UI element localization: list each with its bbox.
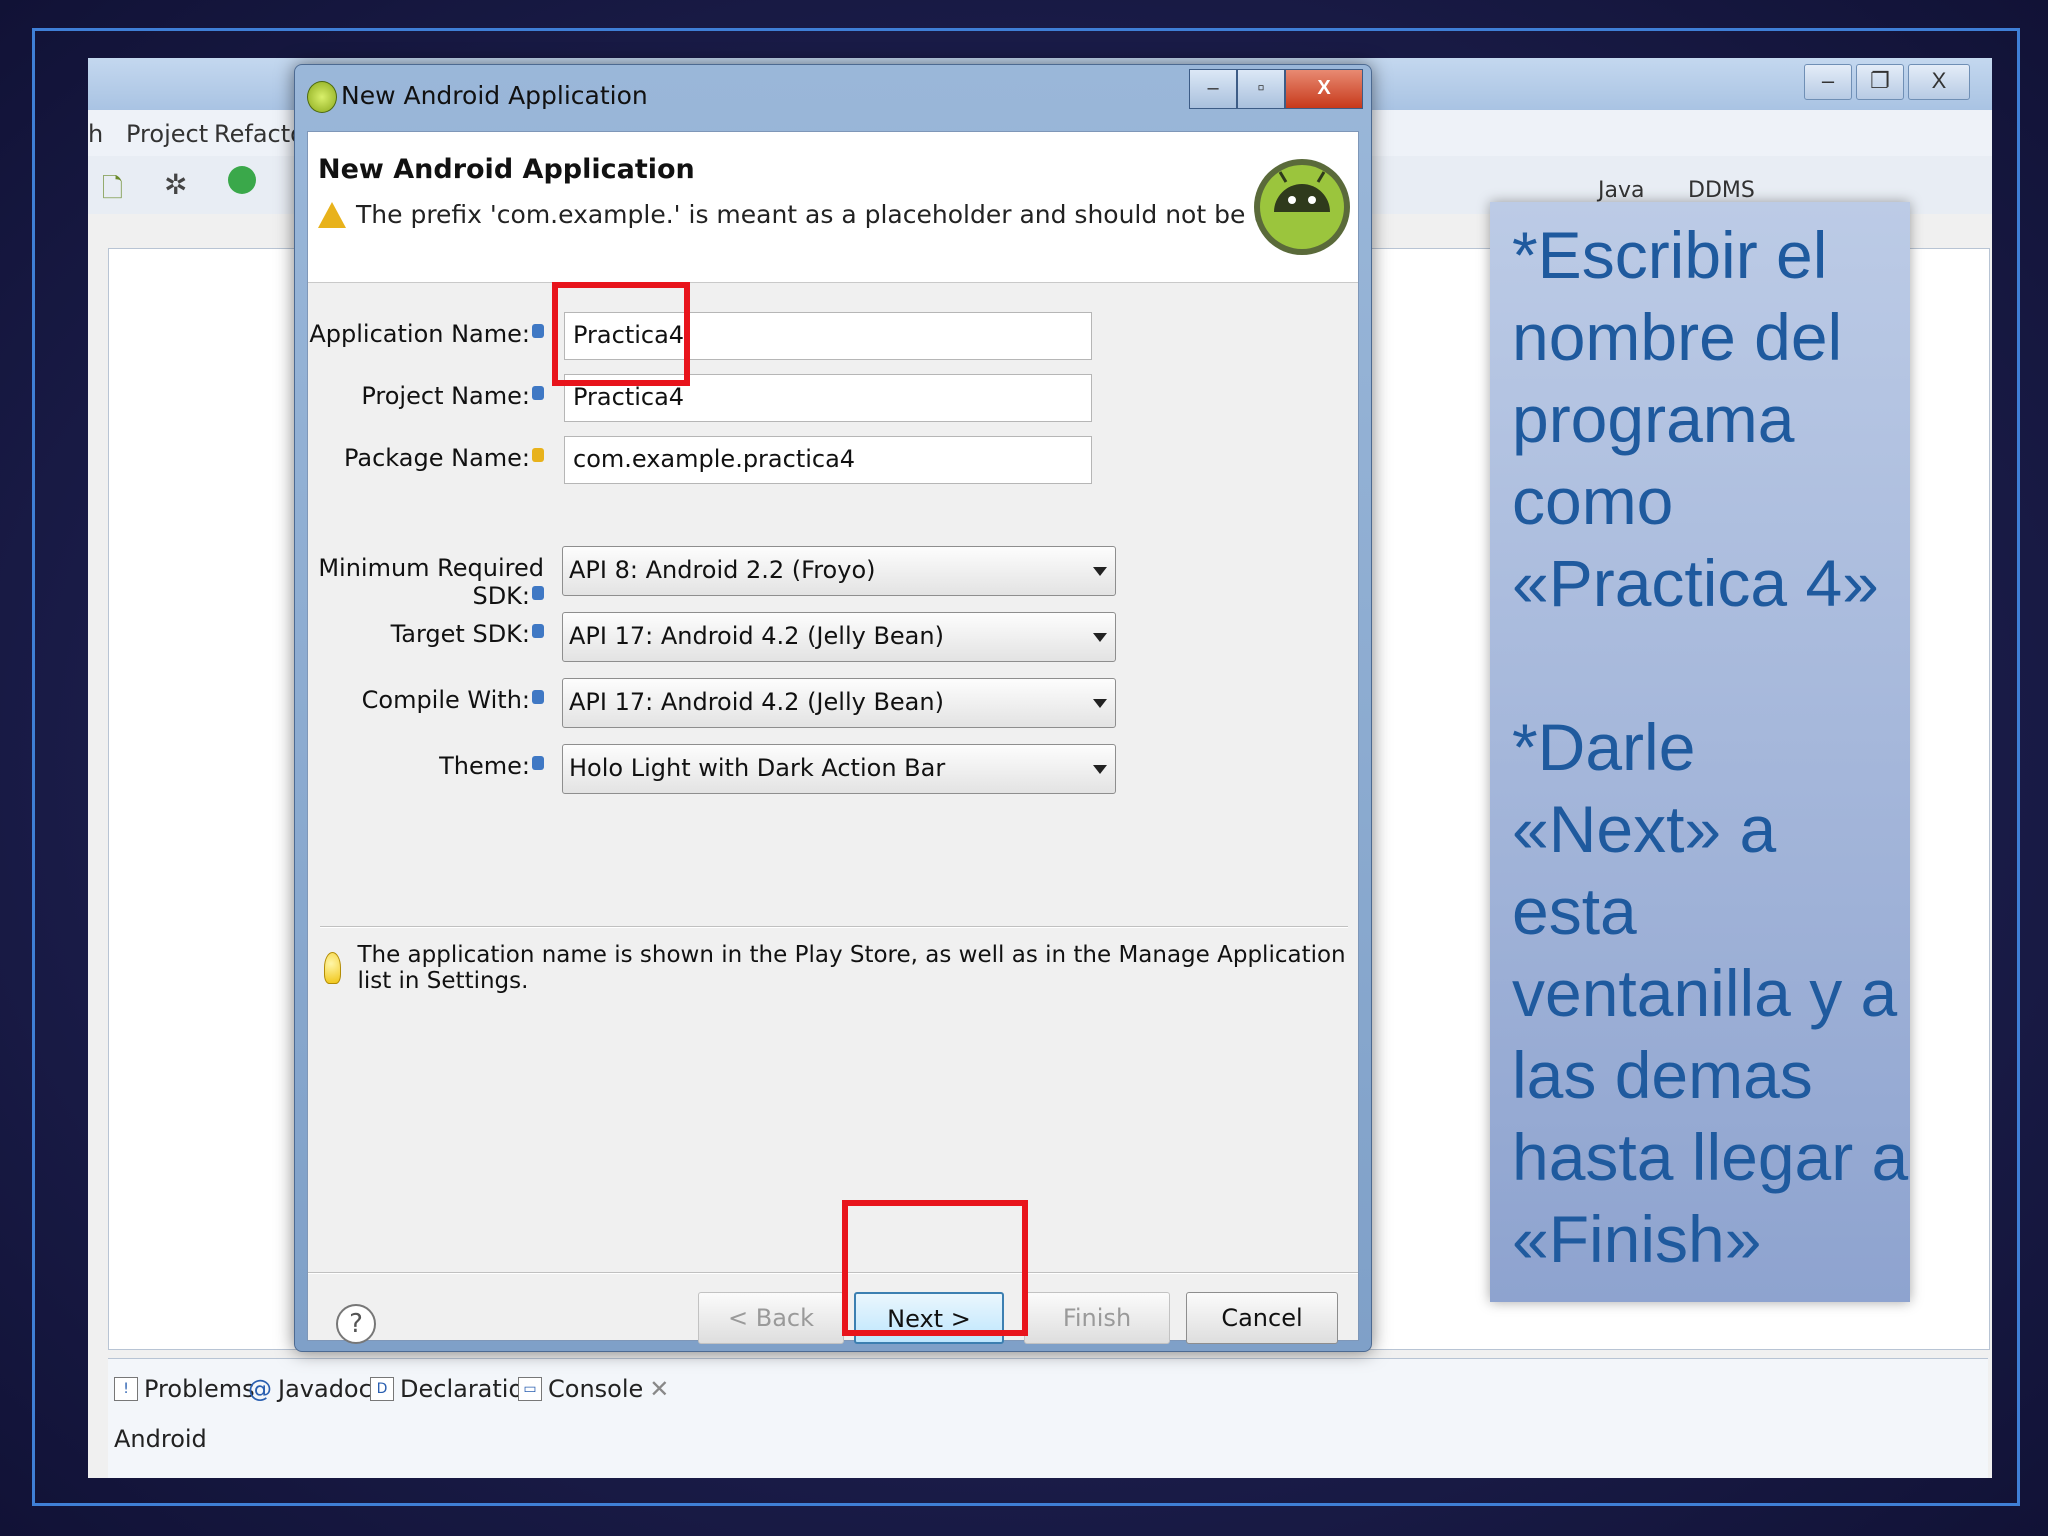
- min-sdk-label: Minimum Required SDK:: [318, 554, 544, 610]
- tab-problems[interactable]: ! Problems: [114, 1369, 255, 1409]
- warning-text: The prefix 'com.example.' is meant as a …: [356, 200, 1314, 229]
- dialog-window-controls: ‒ ▫ X: [1189, 69, 1363, 109]
- info-icon: [532, 586, 544, 600]
- dialog-maximize-button[interactable]: ▫: [1237, 69, 1285, 109]
- tab-declaration[interactable]: D Declaration: [370, 1369, 538, 1409]
- back-button[interactable]: < Back: [698, 1292, 844, 1344]
- dialog-title: New Android Application: [341, 81, 648, 110]
- tab-console-label: Console: [548, 1375, 644, 1403]
- wizard-header: New Android Application The prefix 'com.…: [308, 132, 1358, 283]
- hint-message: The application name is shown in the Pla…: [324, 942, 1358, 994]
- finish-button[interactable]: Finish: [1024, 1292, 1170, 1344]
- eclipse-close-button[interactable]: X: [1908, 64, 1970, 100]
- help-icon[interactable]: ?: [336, 1304, 376, 1344]
- package-name-label: Package Name:: [308, 444, 544, 472]
- chevron-down-icon: [1093, 567, 1107, 576]
- close-tab-icon[interactable]: ✕: [649, 1375, 669, 1403]
- button-bar-divider: [308, 1272, 1358, 1274]
- problems-icon: !: [114, 1377, 138, 1401]
- chevron-down-icon: [1093, 699, 1107, 708]
- cancel-button[interactable]: Cancel: [1186, 1292, 1338, 1344]
- android-logo-icon: [1254, 159, 1350, 255]
- theme-value: Holo Light with Dark Action Bar: [569, 754, 946, 782]
- min-sdk-value: API 8: Android 2.2 (Froyo): [569, 556, 876, 584]
- highlight-next-button: [842, 1200, 1028, 1336]
- debug-icon[interactable]: ✲: [164, 168, 187, 201]
- chevron-down-icon: [1093, 765, 1107, 774]
- chevron-down-icon: [1093, 633, 1107, 642]
- menu-item-project[interactable]: Project: [126, 120, 208, 148]
- eclipse-restore-button[interactable]: ❐: [1856, 64, 1904, 100]
- dialog-minimize-button[interactable]: ‒: [1189, 69, 1237, 109]
- tab-problems-label: Problems: [144, 1375, 255, 1403]
- info-icon: [532, 386, 544, 400]
- lightbulb-icon: [324, 952, 342, 984]
- dialog-close-button[interactable]: X: [1285, 69, 1363, 109]
- theme-select[interactable]: Holo Light with Dark Action Bar: [562, 744, 1116, 794]
- new-android-app-dialog: New Android Application ‒ ▫ X New Androi…: [294, 64, 1372, 1352]
- console-icon: ▭: [518, 1377, 542, 1401]
- compile-with-select[interactable]: API 17: Android 4.2 (Jelly Bean): [562, 678, 1116, 728]
- target-sdk-value: API 17: Android 4.2 (Jelly Bean): [569, 622, 944, 650]
- compile-with-value: API 17: Android 4.2 (Jelly Bean): [569, 688, 944, 716]
- android-sdk-icon: [307, 81, 337, 113]
- warning-icon: [318, 201, 346, 228]
- at-icon: @: [248, 1375, 272, 1403]
- compile-with-label: Compile With:: [308, 686, 544, 714]
- min-sdk-select[interactable]: API 8: Android 2.2 (Froyo): [562, 546, 1116, 596]
- theme-label: Theme:: [308, 752, 544, 780]
- wizard-warning: The prefix 'com.example.' is meant as a …: [318, 200, 1313, 229]
- dialog-body: New Android Application The prefix 'com.…: [307, 131, 1359, 1344]
- tab-javadoc-label: Javadoc: [278, 1375, 372, 1403]
- info-icon: [532, 624, 544, 638]
- app-name-label: Application Name:: [308, 320, 544, 348]
- wizard-title: New Android Application: [318, 154, 695, 185]
- hint-text: The application name is shown in the Pla…: [357, 942, 1346, 994]
- info-icon: [532, 690, 544, 704]
- target-sdk-select[interactable]: API 17: Android 4.2 (Jelly Bean): [562, 612, 1116, 662]
- run-icon[interactable]: [228, 166, 256, 194]
- console-output: Android: [114, 1425, 207, 1453]
- declaration-icon: D: [370, 1377, 394, 1401]
- perspective-ddms[interactable]: DDMS: [1688, 178, 1755, 203]
- menu-item-search[interactable]: h: [88, 120, 103, 148]
- instruction-text: *Escribir el nombre del programa como «P…: [1512, 218, 1909, 1276]
- divider: [320, 926, 1348, 928]
- highlight-app-name: [552, 282, 690, 386]
- project-name-label: Project Name:: [308, 382, 544, 410]
- tab-console[interactable]: ▭ Console ✕: [518, 1369, 669, 1409]
- bottom-panel: ! Problems @ Javadoc D Declaration ▭ Console…: [108, 1358, 1988, 1478]
- eclipse-minimize-button[interactable]: ‒: [1804, 64, 1852, 100]
- package-name-field[interactable]: com.example.practica4: [564, 436, 1092, 484]
- info-icon: [532, 324, 544, 338]
- info-icon: [532, 756, 544, 770]
- warning-small-icon: [532, 448, 544, 462]
- tab-javadoc[interactable]: @ Javadoc: [248, 1369, 372, 1409]
- perspective-java[interactable]: Java: [1598, 178, 1644, 203]
- new-file-icon[interactable]: 🗋: [102, 170, 123, 214]
- target-sdk-label: Target SDK:: [308, 620, 544, 648]
